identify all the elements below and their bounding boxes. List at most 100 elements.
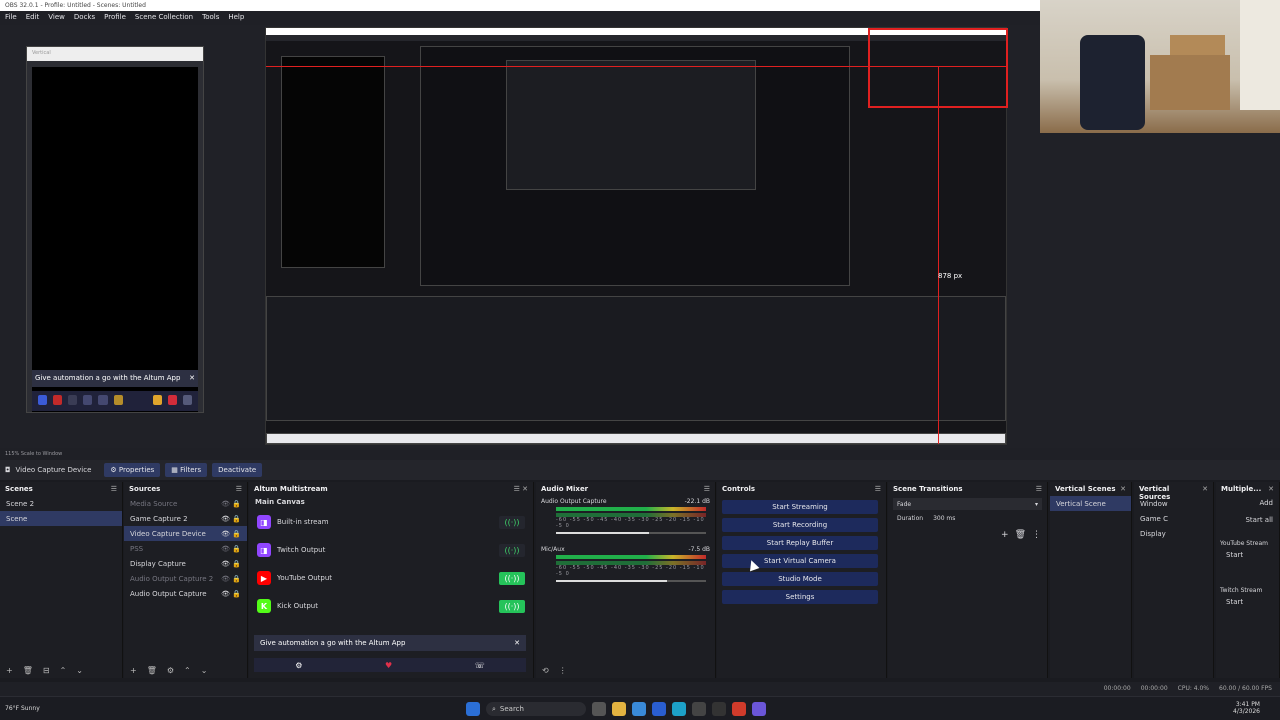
vertical-scene-item[interactable]: Vertical Scene: [1050, 496, 1131, 511]
calculator-icon[interactable]: [692, 702, 706, 716]
edge-icon[interactable]: [632, 702, 646, 716]
down-icon[interactable]: ⌄: [201, 666, 208, 676]
control-button[interactable]: Start Recording: [722, 518, 878, 532]
twitch-icon[interactable]: [38, 395, 48, 405]
chat-icon[interactable]: [182, 395, 192, 405]
menu-tools[interactable]: Tools: [202, 13, 219, 25]
source-item[interactable]: Game Capture 2 👁 🔒: [124, 511, 247, 526]
close-icon[interactable]: ✕: [1120, 485, 1126, 493]
webcam-selection-box[interactable]: [868, 28, 1008, 108]
menu-help[interactable]: Help: [228, 13, 244, 25]
vertical-source-item[interactable]: Game C: [1134, 511, 1213, 526]
remove-icon[interactable]: 🗑: [23, 666, 33, 676]
properties-button[interactable]: ⚙ Properties: [104, 463, 161, 477]
control-button[interactable]: Start Virtual Camera: [722, 554, 878, 568]
up-icon[interactable]: ⌃: [184, 666, 191, 676]
gear-icon[interactable]: [152, 395, 162, 405]
file-explorer-icon[interactable]: [612, 702, 626, 716]
dock-menu-icon[interactable]: ☰: [111, 485, 117, 493]
transition-select[interactable]: Fade ▾: [893, 498, 1042, 510]
dock-menu-icon[interactable]: ☰: [875, 485, 881, 493]
down-icon[interactable]: ⌄: [76, 666, 83, 676]
visibility-lock-icons[interactable]: 👁 🔒: [221, 575, 241, 583]
close-icon[interactable]: ✕: [189, 374, 195, 383]
source-item[interactable]: PSS 👁 🔒: [124, 541, 247, 556]
dock-menu-icon[interactable]: ☰: [704, 485, 710, 493]
menu-profile[interactable]: Profile: [104, 13, 126, 25]
gear-icon[interactable]: ⚙: [167, 666, 174, 676]
browser-icon[interactable]: [672, 702, 686, 716]
visibility-lock-icons[interactable]: 👁 🔒: [221, 560, 241, 568]
task-view-icon[interactable]: [592, 702, 606, 716]
sync-icon[interactable]: [98, 395, 108, 405]
close-icon[interactable]: ✕: [514, 639, 520, 647]
taskbar-search[interactable]: ⌕ Search: [486, 702, 586, 716]
output-toggle[interactable]: ((·)): [499, 543, 525, 557]
chrome-icon[interactable]: [732, 702, 746, 716]
visibility-lock-icons[interactable]: 👁 🔒: [221, 500, 241, 508]
control-button[interactable]: Settings: [722, 590, 878, 604]
filters-button[interactable]: ▦ Filters: [165, 463, 208, 477]
folder-icon[interactable]: [113, 395, 123, 405]
source-item[interactable]: Audio Output Capture 👁 🔒: [124, 586, 247, 601]
mail-icon[interactable]: [652, 702, 666, 716]
dock-controls[interactable]: ☰ ✕: [514, 485, 528, 493]
main-canvas-preview[interactable]: [265, 27, 1008, 445]
weather-widget[interactable]: 76°F Sunny: [5, 705, 65, 712]
windows-start-icon[interactable]: [466, 702, 480, 716]
menu-edit[interactable]: Edit: [26, 13, 40, 25]
add-icon[interactable]: +: [6, 666, 13, 676]
zoom-bar[interactable]: 115% Scale to Window: [0, 448, 1280, 460]
filter-icon[interactable]: ⊟: [43, 666, 50, 676]
output-toggle[interactable]: ((·)): [499, 515, 525, 529]
more-icon[interactable]: ⋮: [1032, 530, 1041, 540]
source-item[interactable]: Display Capture 👁 🔒: [124, 556, 247, 571]
youtube-icon[interactable]: [53, 395, 63, 405]
menu-view[interactable]: View: [48, 13, 65, 25]
dock-menu-icon[interactable]: ☰: [1036, 485, 1042, 493]
remove-icon[interactable]: 🗑: [147, 666, 157, 676]
more-icon[interactable]: ⋮: [559, 666, 567, 676]
source-item[interactable]: Audio Output Capture 2 👁 🔒: [124, 571, 247, 586]
deactivate-button[interactable]: Deactivate: [212, 463, 263, 477]
dock-menu-icon[interactable]: ☰: [236, 485, 242, 493]
volume-slider[interactable]: [556, 580, 706, 582]
control-button[interactable]: Start Replay Buffer: [722, 536, 878, 550]
scene-item[interactable]: Scene: [0, 511, 122, 526]
twitch-start-button[interactable]: Start: [1216, 596, 1279, 608]
visibility-lock-icons[interactable]: 👁 🔒: [221, 515, 241, 523]
up-icon[interactable]: ⌃: [60, 666, 67, 676]
start-all-button[interactable]: Start all: [1216, 510, 1279, 530]
taskbar-clock[interactable]: 3:41 PM 4/3/2026: [1233, 701, 1260, 715]
close-icon[interactable]: ✕: [1202, 485, 1208, 493]
source-item[interactable]: Video Capture Device 👁 🔒: [124, 526, 247, 541]
vertical-preview[interactable]: Vertical Give automation a go with the A…: [26, 46, 204, 413]
visibility-lock-icons[interactable]: 👁 🔒: [221, 530, 241, 538]
kick-icon[interactable]: [68, 395, 78, 405]
output-toggle[interactable]: ((·)): [499, 571, 525, 585]
chat-icon[interactable]: ☏: [475, 661, 485, 670]
gear-icon[interactable]: ⚙: [295, 661, 302, 670]
source-item[interactable]: Media Source 👁 🔒: [124, 496, 247, 511]
control-button[interactable]: Studio Mode: [722, 572, 878, 586]
remove-icon[interactable]: 🗑: [1015, 530, 1026, 540]
visibility-lock-icons[interactable]: 👁 🔒: [221, 590, 241, 598]
output-toggle[interactable]: ((·)): [499, 599, 525, 613]
app-icon[interactable]: [752, 702, 766, 716]
obs-icon[interactable]: [712, 702, 726, 716]
volume-slider[interactable]: [556, 532, 706, 534]
link-icon[interactable]: ⟲: [542, 666, 549, 676]
vertical-source-item[interactable]: Display: [1134, 526, 1213, 541]
add-icon[interactable]: +: [130, 666, 137, 676]
square-icon[interactable]: [83, 395, 93, 405]
heart-icon[interactable]: ♥: [385, 661, 392, 670]
close-icon[interactable]: ✕: [1268, 485, 1274, 493]
youtube-start-button[interactable]: Start: [1216, 549, 1279, 561]
duration-input[interactable]: 300 ms: [933, 515, 955, 522]
heart-icon[interactable]: [167, 395, 177, 405]
menu-docks[interactable]: Docks: [74, 13, 95, 25]
menu-file[interactable]: File: [5, 13, 17, 25]
altum-banner[interactable]: Give automation a go with the Altum App …: [254, 635, 526, 651]
visibility-lock-icons[interactable]: 👁 🔒: [221, 545, 241, 553]
add-button[interactable]: Add: [1216, 496, 1279, 510]
